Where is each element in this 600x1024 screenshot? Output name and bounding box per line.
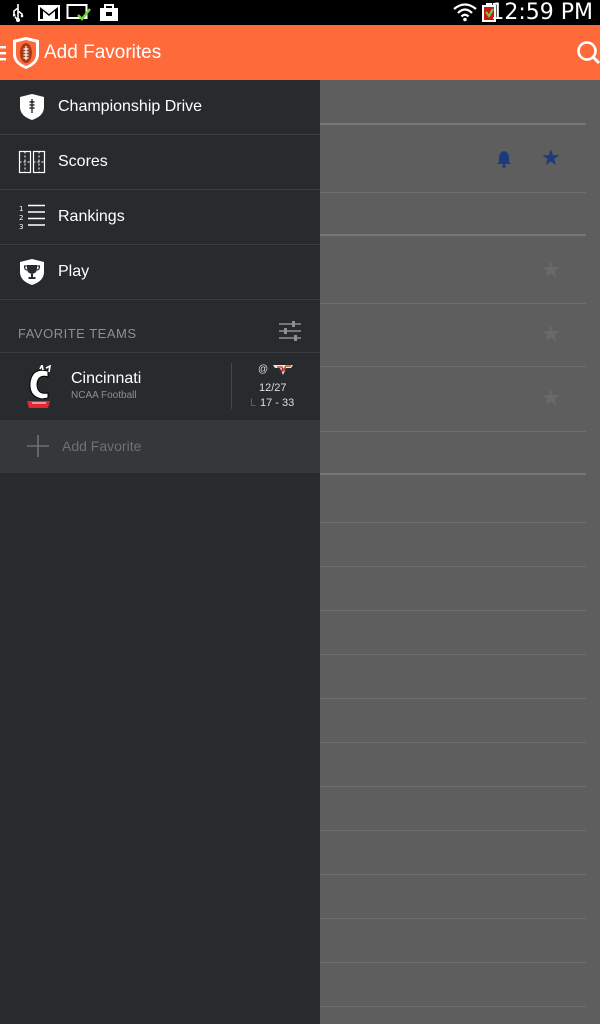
page-title: Add Favorites: [44, 42, 162, 63]
navigation-drawer: Championship Drive Scores 1 2 3 Rankings…: [0, 80, 320, 1024]
favorite-teams-header: FAVORITE TEAMS: [18, 326, 137, 341]
team-league: NCAA Football: [71, 390, 137, 401]
nav-item-rankings[interactable]: 1 2 3 Rankings: [0, 190, 320, 245]
nav-item-championship-drive[interactable]: Championship Drive: [0, 80, 320, 135]
football-shield-icon[interactable]: [12, 36, 40, 70]
divider: [320, 192, 586, 193]
divider: [320, 431, 586, 432]
gmail-icon: [38, 5, 60, 21]
plus-icon: [27, 435, 49, 457]
ranked-list-icon: 1 2 3: [19, 204, 45, 231]
star-icon[interactable]: ★: [541, 258, 561, 283]
game-result: L: [250, 397, 257, 409]
divider: [320, 303, 586, 304]
cincinnati-logo-icon: [27, 365, 51, 408]
divider: [320, 786, 586, 787]
nav-item-label: Scores: [58, 153, 108, 170]
background-list: ★ ★ ★ ★: [320, 80, 600, 1024]
hamburger-icon[interactable]: [0, 45, 6, 61]
divider: [320, 234, 586, 236]
star-icon[interactable]: ★: [541, 322, 561, 347]
svg-text:3: 3: [19, 223, 23, 231]
divider: [320, 742, 586, 743]
nav-item-play[interactable]: Play: [0, 245, 320, 300]
team-name: Cincinnati: [71, 370, 142, 387]
trophy-icon: [20, 259, 44, 285]
opponent-logo-icon: VT: [273, 365, 293, 375]
divider: [320, 698, 586, 699]
shopping-bag-icon: [100, 4, 118, 21]
nav-item-label: Championship Drive: [58, 98, 203, 115]
search-icon[interactable]: [574, 40, 600, 66]
status-time: 12:59 PM: [490, 0, 593, 25]
svg-text:VT: VT: [279, 368, 289, 375]
divider: [320, 473, 586, 475]
divider: [320, 522, 586, 523]
divider: [320, 962, 586, 963]
scoreboard-icon: [18, 150, 46, 174]
status-bar: 12:59 PM: [0, 0, 600, 25]
nav-item-label: Play: [58, 263, 90, 280]
bell-icon[interactable]: [496, 150, 512, 168]
svg-text:1: 1: [19, 205, 23, 213]
wifi-icon: [453, 3, 477, 22]
star-icon[interactable]: ★: [541, 386, 561, 411]
sliders-icon[interactable]: [278, 319, 302, 343]
svg-text:2: 2: [19, 214, 23, 222]
divider: [320, 610, 586, 611]
game-score: 17 - 33: [260, 397, 295, 409]
divider: [320, 874, 586, 875]
favorite-team-row[interactable]: Cincinnati NCAA Football @ VT 12/27 L 17…: [0, 352, 320, 420]
divider: [320, 366, 586, 367]
download-icon: [66, 4, 91, 21]
divider: [231, 363, 232, 409]
divider: [320, 1006, 586, 1007]
add-favorite-button[interactable]: Add Favorite: [0, 420, 320, 473]
game-date: 12/27: [259, 382, 287, 394]
divider: [320, 918, 586, 919]
divider: [320, 566, 586, 567]
divider: [320, 654, 586, 655]
divider: [320, 123, 586, 125]
star-icon[interactable]: ★: [541, 146, 561, 171]
away-indicator: @: [258, 364, 269, 375]
action-bar: Add Favorites: [0, 25, 600, 80]
divider: [320, 830, 586, 831]
shield-football-icon: [20, 94, 44, 120]
add-favorite-label: Add Favorite: [62, 438, 142, 454]
usb-icon: [13, 4, 24, 22]
nav-item-label: Rankings: [58, 208, 125, 225]
nav-item-scores[interactable]: Scores: [0, 135, 320, 190]
